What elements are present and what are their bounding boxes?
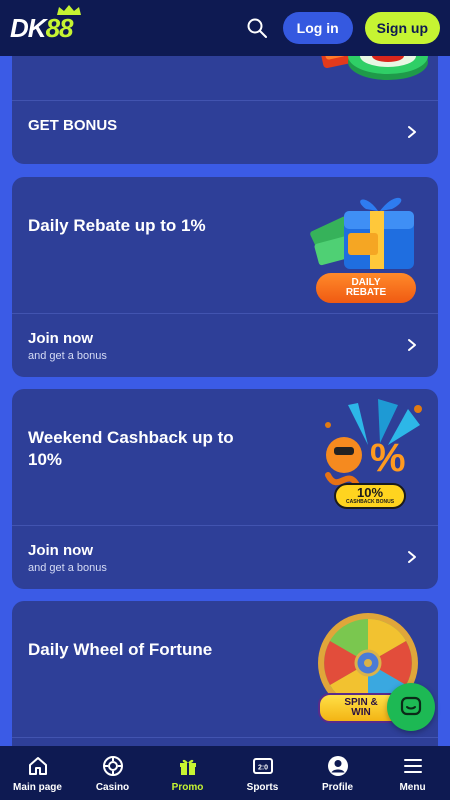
promo-card-weekend-cashback: Weekend Cashback up to 10% % 10% CASHBAC… [12,389,438,589]
nav-label: Profile [321,781,354,793]
nav-item-sports[interactable]: 2:0 Sports [225,746,300,800]
signup-button[interactable]: Sign up [364,12,440,44]
join-now-label: Join now [28,542,93,559]
nav-label: Menu [399,781,426,793]
svg-text:%: % [370,436,406,480]
logo-text-88: 88 [46,4,81,44]
card-divider [12,737,438,738]
nav-item-main-page[interactable]: Main page [0,746,75,800]
top-header: DK 88 Log in Sign up [0,0,450,56]
join-now-row[interactable]: Join now and get a bonus [12,314,438,377]
login-button[interactable]: Log in [282,12,353,44]
crown-icon [56,4,81,15]
nav-item-casino[interactable]: Casino [75,746,150,800]
join-now-subtext: and get a bonus [28,350,107,362]
header-actions: Log in Sign up [243,12,440,44]
nav-item-profile[interactable]: Profile [300,746,375,800]
promo-title: Daily Wheel of Fortune [28,640,213,659]
logo-text-dk: DK [10,12,47,43]
casino-chip-icon [101,754,125,778]
chevron-right-icon [408,339,416,351]
join-now-subtext: and get a bonus [28,562,107,574]
cashback-illustration: % 10% CASHBACK BONUS [308,395,438,521]
nav-label: Casino [95,781,130,793]
chat-icon [400,696,422,716]
get-bonus-label: GET BONUS [28,117,118,134]
get-bonus-row[interactable]: GET BONUS [12,101,438,164]
cashback-badge: 10% CASHBACK BONUS [334,483,406,509]
promo-title: Weekend Cashback up to 10% [28,428,234,469]
nav-item-menu[interactable]: Menu [375,746,450,800]
daily-rebate-badge: DAILY REBATE [316,273,416,303]
promo-title: Daily Rebate up to 1% [28,216,206,235]
nav-label: Promo [171,781,204,793]
join-now-row[interactable]: Join now and get a bonus [12,526,438,589]
promo-card-daily-rebate: Daily Rebate up to 1% DAILY REBATE Join … [12,177,438,377]
svg-text:2:0: 2:0 [257,764,267,771]
nav-label: Main page [13,781,62,793]
gift-icon [176,754,200,778]
promo-card-wheel-of-fortune: Daily Wheel of Fortune SPIN & WIN [12,601,438,761]
nav-item-promo[interactable]: Promo [150,746,225,800]
search-icon[interactable] [243,14,271,42]
chevron-right-icon [408,551,416,563]
join-now-label: Join now [28,330,93,347]
chevron-right-icon [408,126,416,138]
hamburger-icon [401,754,425,778]
daily-rebate-illustration: DAILY REBATE [308,183,438,309]
nav-label: Sports [246,781,279,793]
home-icon [26,754,50,778]
scoreboard-icon: 2:0 [251,754,275,778]
user-icon [326,754,350,778]
bottom-navigation: Main page Casino Promo 2:0 Sports Profil… [0,746,450,800]
dk88-logo[interactable]: DK 88 [10,4,81,44]
live-chat-button[interactable] [387,683,435,731]
